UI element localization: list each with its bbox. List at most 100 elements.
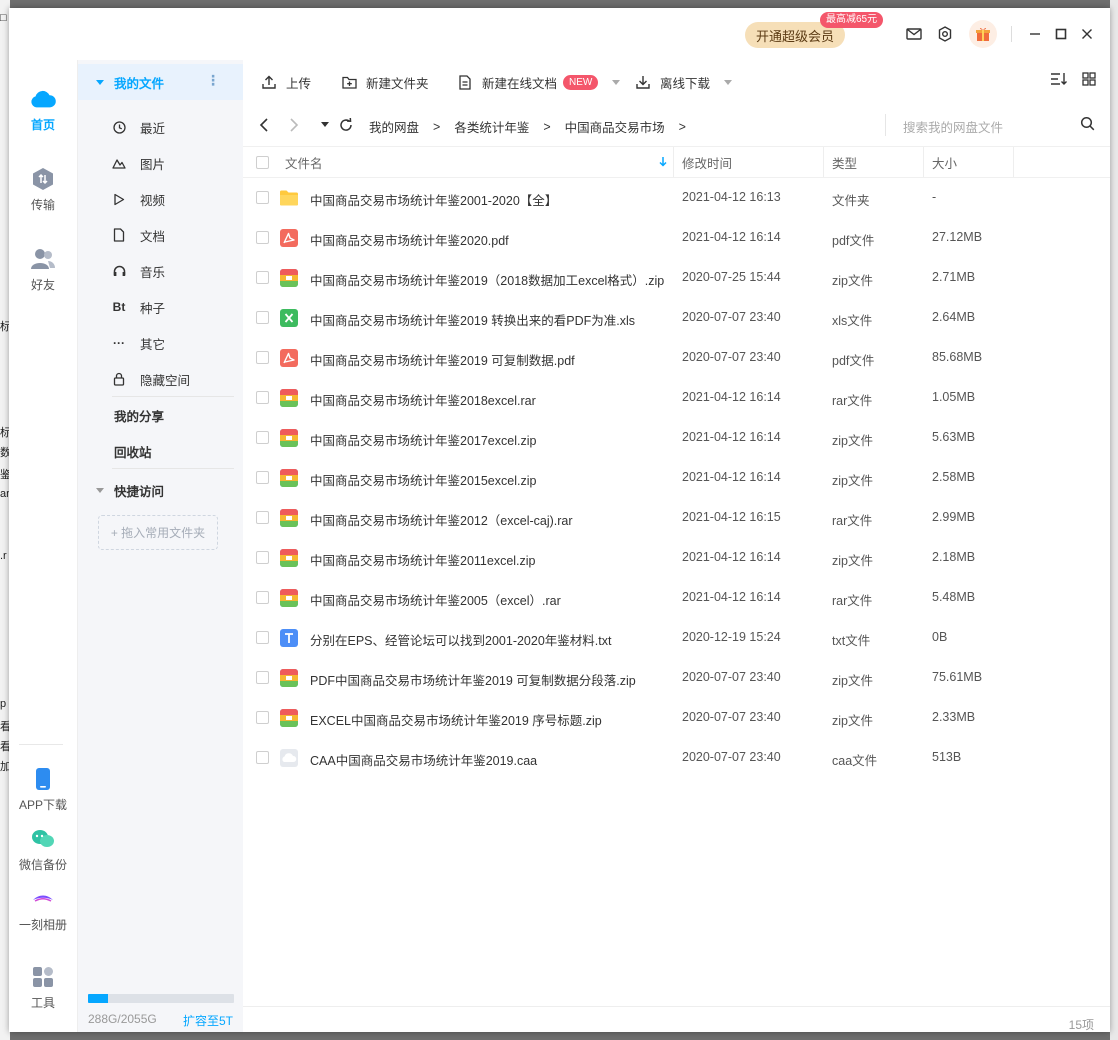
- sidebar-my-share[interactable]: 我的分享: [114, 397, 164, 433]
- bt-icon: Bt: [112, 300, 126, 314]
- file-row[interactable]: 中国商品交易市场统计年鉴2019（2018数据加工excel格式）.zip 202…: [243, 258, 1110, 298]
- breadcrumb-item[interactable]: 我的网盘: [369, 117, 419, 136]
- mail-icon[interactable]: [904, 24, 924, 44]
- nav-app-download[interactable]: APP下载: [9, 766, 77, 813]
- row-checkbox[interactable]: [256, 191, 269, 204]
- file-row[interactable]: 中国商品交易市场统计年鉴2001-2020【全】 2021-04-12 16:13…: [243, 178, 1110, 218]
- forward-icon[interactable]: [289, 115, 299, 135]
- breadcrumb-item[interactable]: 各类统计年鉴: [454, 117, 529, 136]
- row-checkbox[interactable]: [256, 711, 269, 724]
- sidebar-quick-access[interactable]: 快捷访问: [96, 481, 164, 500]
- sidebar-item-recent[interactable]: 最近: [112, 109, 232, 145]
- row-checkbox[interactable]: [256, 471, 269, 484]
- file-name[interactable]: 中国商品交易市场统计年鉴2017excel.zip: [310, 430, 536, 449]
- chevron-down-icon[interactable]: [724, 79, 733, 85]
- row-checkbox[interactable]: [256, 751, 269, 764]
- offline-download-button[interactable]: 离线下载: [635, 72, 733, 92]
- row-checkbox[interactable]: [256, 311, 269, 324]
- file-name[interactable]: EXCEL中国商品交易市场统计年鉴2019 序号标题.zip: [310, 710, 602, 729]
- file-name[interactable]: 中国商品交易市场统计年鉴2020.pdf: [310, 230, 509, 249]
- sort-arrow-icon[interactable]: [659, 147, 667, 177]
- sidebar-item-hidden-space[interactable]: 隐藏空间: [112, 361, 232, 397]
- file-row[interactable]: 分别在EPS、经管论坛可以找到2001-2020年鉴材料.txt 2020-12-…: [243, 618, 1110, 658]
- sidebar-my-files[interactable]: 我的文件 ⋮: [78, 64, 244, 100]
- file-name[interactable]: 中国商品交易市场统计年鉴2001-2020【全】: [310, 190, 557, 209]
- file-name[interactable]: 中国商品交易市场统计年鉴2019 可复制数据.pdf: [310, 350, 575, 369]
- refresh-icon[interactable]: [339, 115, 353, 135]
- column-modified[interactable]: 修改时间: [682, 147, 732, 177]
- file-row[interactable]: 中国商品交易市场统计年鉴2020.pdf 2021-04-12 16:14 pdf文…: [243, 218, 1110, 258]
- row-checkbox[interactable]: [256, 631, 269, 644]
- row-checkbox[interactable]: [256, 351, 269, 364]
- file-row[interactable]: 中国商品交易市场统计年鉴2018excel.rar 2021-04-12 16:1…: [243, 378, 1110, 418]
- row-checkbox[interactable]: [256, 271, 269, 284]
- file-row[interactable]: 中国商品交易市场统计年鉴2005（excel）.rar 2021-04-12 16…: [243, 578, 1110, 618]
- file-name[interactable]: CAA中国商品交易市场统计年鉴2019.caa: [310, 750, 537, 769]
- search-icon[interactable]: [1080, 116, 1095, 134]
- checkbox[interactable]: [256, 155, 269, 169]
- quick-access-drop-zone[interactable]: + 拖入常用文件夹: [98, 515, 218, 550]
- row-checkbox[interactable]: [256, 231, 269, 244]
- file-row[interactable]: 中国商品交易市场统计年鉴2012（excel-caj).rar 2021-04-1…: [243, 498, 1110, 538]
- file-row[interactable]: CAA中国商品交易市场统计年鉴2019.caa 2020-07-07 23:40 c…: [243, 738, 1110, 778]
- history-dropdown-icon[interactable]: [321, 115, 329, 135]
- row-checkbox[interactable]: [256, 591, 269, 604]
- maximize-icon[interactable]: [1051, 24, 1071, 44]
- file-name[interactable]: 中国商品交易市场统计年鉴2019 转换出来的看PDF为准.xls: [310, 310, 635, 329]
- nav-divider: [19, 744, 63, 745]
- row-checkbox[interactable]: [256, 511, 269, 524]
- sidebar-item-images[interactable]: 图片: [112, 145, 232, 181]
- close-icon[interactable]: [1077, 24, 1097, 44]
- grid-view-icon[interactable]: [1082, 72, 1096, 89]
- sidebar-recycle-bin[interactable]: 回收站: [114, 433, 152, 469]
- file-row[interactable]: 中国商品交易市场统计年鉴2017excel.zip 2021-04-12 16:1…: [243, 418, 1110, 458]
- file-row[interactable]: 中国商品交易市场统计年鉴2019 转换出来的看PDF为准.xls 2020-07-…: [243, 298, 1110, 338]
- file-name[interactable]: 中国商品交易市场统计年鉴2018excel.rar: [310, 390, 536, 409]
- breadcrumb-item[interactable]: 中国商品交易市场: [565, 117, 665, 136]
- sidebar-item-torrents[interactable]: Bt 种子: [112, 289, 232, 325]
- column-size[interactable]: 大小: [932, 147, 957, 177]
- sidebar-item-videos[interactable]: 视频: [112, 181, 232, 217]
- column-type[interactable]: 类型: [832, 147, 857, 177]
- new-folder-button[interactable]: 新建文件夹: [341, 72, 429, 92]
- file-name[interactable]: 中国商品交易市场统计年鉴2012（excel-caj).rar: [310, 510, 573, 529]
- file-row[interactable]: EXCEL中国商品交易市场统计年鉴2019 序号标题.zip 2020-07-07…: [243, 698, 1110, 738]
- file-name[interactable]: 中国商品交易市场统计年鉴2005（excel）.rar: [310, 590, 561, 609]
- file-name[interactable]: PDF中国商品交易市场统计年鉴2019 可复制数据分段落.zip: [310, 670, 636, 689]
- sidebar-item-music[interactable]: 音乐: [112, 253, 232, 289]
- row-checkbox[interactable]: [256, 551, 269, 564]
- search-input[interactable]: 搜索我的网盘文件: [885, 114, 1095, 136]
- nav-transfer[interactable]: 传输: [9, 166, 77, 213]
- nav-album[interactable]: 一刻相册: [9, 886, 77, 933]
- upload-button[interactable]: 上传: [261, 72, 311, 92]
- minimize-icon[interactable]: [1025, 24, 1045, 44]
- sidebar-item-documents[interactable]: 文档: [112, 217, 232, 253]
- sort-icon[interactable]: [1050, 72, 1068, 89]
- file-row[interactable]: 中国商品交易市场统计年鉴2019 可复制数据.pdf 2020-07-07 23:…: [243, 338, 1110, 378]
- gift-icon[interactable]: [969, 20, 997, 48]
- sidebar-item-label: 音乐: [140, 265, 166, 280]
- nav-wechat-backup[interactable]: 微信备份: [9, 826, 77, 873]
- select-all-checkbox[interactable]: [256, 147, 269, 177]
- nav-friends[interactable]: 好友: [9, 246, 77, 293]
- row-checkbox[interactable]: [256, 431, 269, 444]
- new-online-doc-button[interactable]: 新建在线文档 NEW: [457, 72, 621, 92]
- sidebar-item-others[interactable]: ··· 其它: [112, 325, 232, 361]
- more-options-icon[interactable]: ⋮: [206, 73, 220, 87]
- row-checkbox[interactable]: [256, 671, 269, 684]
- nav-home[interactable]: 首页: [9, 86, 77, 133]
- chevron-down-icon[interactable]: [612, 79, 621, 85]
- file-row[interactable]: 中国商品交易市场统计年鉴2011excel.zip 2021-04-12 16:1…: [243, 538, 1110, 578]
- file-name[interactable]: 分别在EPS、经管论坛可以找到2001-2020年鉴材料.txt: [310, 630, 611, 649]
- file-row[interactable]: 中国商品交易市场统计年鉴2015excel.zip 2021-04-12 16:1…: [243, 458, 1110, 498]
- nav-tools[interactable]: 工具: [9, 964, 77, 1011]
- expand-storage-link[interactable]: 扩容至5T: [183, 1012, 233, 1029]
- file-name[interactable]: 中国商品交易市场统计年鉴2011excel.zip: [310, 550, 536, 569]
- file-name[interactable]: 中国商品交易市场统计年鉴2015excel.zip: [310, 470, 536, 489]
- file-row[interactable]: PDF中国商品交易市场统计年鉴2019 可复制数据分段落.zip 2020-07-…: [243, 658, 1110, 698]
- column-name[interactable]: 文件名: [285, 147, 323, 177]
- row-checkbox[interactable]: [256, 391, 269, 404]
- file-name[interactable]: 中国商品交易市场统计年鉴2019（2018数据加工excel格式）.zip: [310, 270, 664, 289]
- settings-icon[interactable]: [935, 24, 955, 44]
- back-icon[interactable]: [259, 115, 269, 135]
